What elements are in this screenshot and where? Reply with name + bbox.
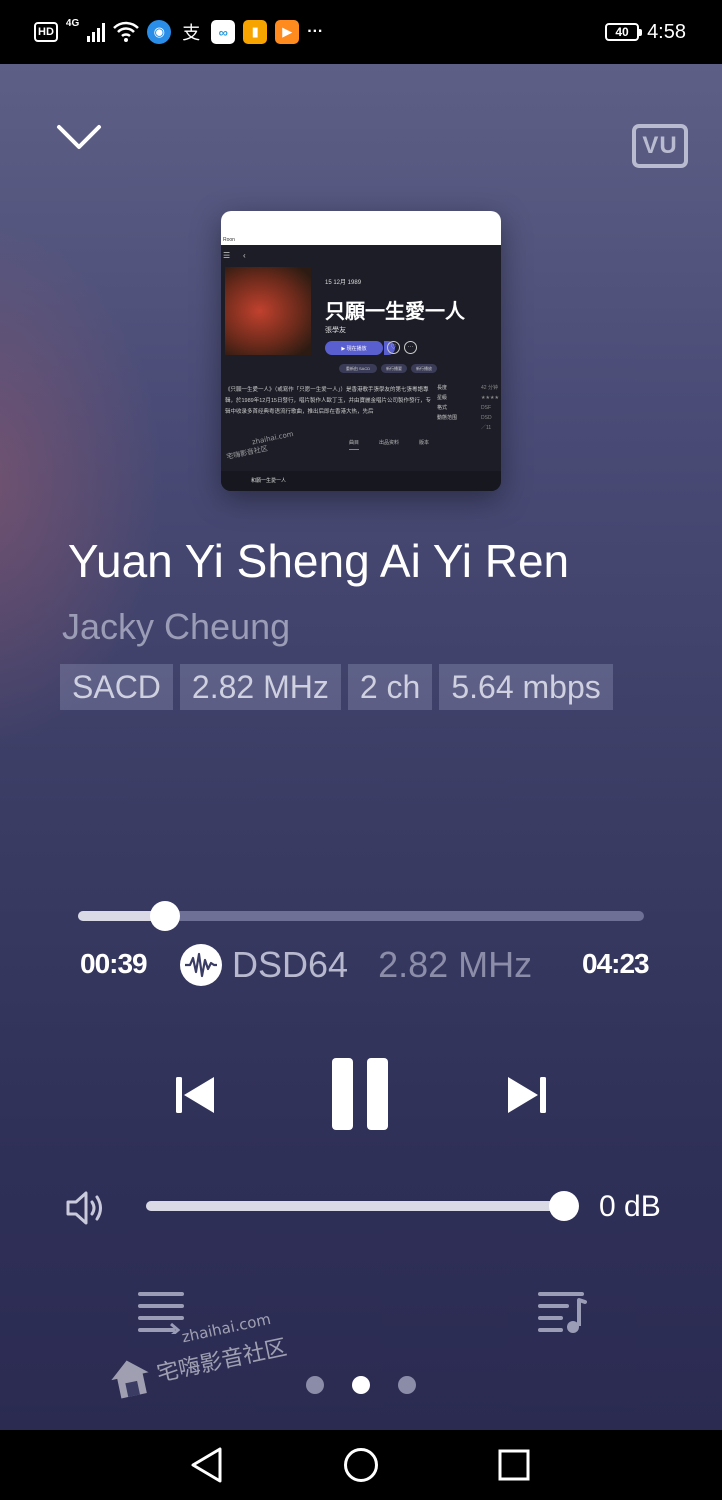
sample-rate-label: 2.82 MHz (378, 944, 533, 985)
track-artist[interactable]: Jacky Cheung (62, 606, 290, 648)
signal-path[interactable]: DSD64 2.82 MHz (180, 944, 532, 986)
volume-thumb[interactable] (549, 1191, 579, 1221)
queue-icon[interactable] (137, 1288, 185, 1334)
page-indicator (306, 1376, 416, 1394)
heart-icon: ♡ (387, 341, 400, 354)
playlist-music-icon[interactable] (537, 1288, 587, 1334)
sample-rate-tag: 2.82 MHz (179, 664, 341, 710)
more-icon: ··· (404, 341, 417, 354)
waveform-icon (180, 944, 222, 986)
track-title: Zhi Yuan Yi Sheng Ai Yi Ren (62, 535, 570, 587)
navigation-bar (0, 1430, 722, 1500)
track-title-marquee: Zhi Yuan Yi Sheng Ai Yi Ren (62, 534, 662, 596)
seek-thumb[interactable] (150, 901, 181, 931)
album-chip: 新行播放 (411, 364, 437, 373)
signal-icon (87, 22, 106, 42)
album-play-button: ▶ 現在播放 (325, 341, 383, 355)
skip-previous-icon[interactable] (174, 1073, 216, 1117)
pause-icon[interactable] (330, 1057, 390, 1131)
menu-icon: ☰ (223, 251, 231, 260)
back-icon: ‹ (243, 251, 246, 260)
video-icon: ▶ (275, 20, 300, 44)
app-icon: ∞ (211, 20, 236, 44)
seek-bar[interactable] (78, 901, 644, 931)
album-date: 15 12月 1989 (325, 280, 362, 286)
home-circle-icon[interactable] (343, 1447, 379, 1483)
album-now-playing-bar: 和願一生愛一人 (221, 471, 501, 491)
now-playing-screen: VU Roon ☰ ‹ 15 12月 1989 只願一生愛一人 張學友 ▶ 現在… (0, 64, 722, 1430)
volume-level (146, 1201, 564, 1211)
album-title: 只願一生愛一人 (325, 299, 465, 323)
watermark: zhaihai.com 宅嗨影音社区 (225, 429, 295, 462)
chevron-down-icon[interactable] (55, 119, 103, 155)
page-dot[interactable] (398, 1376, 416, 1394)
watermark: zhaihai.com 宅嗨影音社区 (102, 1308, 290, 1402)
album-tabs: 曲目 出品资料 版本 (349, 439, 429, 450)
album-artist: 張學友 (325, 327, 346, 334)
format-tag: SACD (60, 664, 173, 710)
back-triangle-icon[interactable] (190, 1446, 224, 1484)
wifi-icon (113, 21, 140, 42)
format-tags: SACD 2.82 MHz 2 ch 5.64 mbps (60, 664, 613, 710)
battery-icon: 40 (605, 23, 643, 41)
album-cover (225, 267, 311, 355)
recents-square-icon[interactable] (498, 1449, 530, 1481)
album-chip: 重新由 SACD (339, 364, 377, 373)
duration-time: 04:23 (582, 948, 650, 979)
album-description: 《只願一生愛一人》（或寫作「只愿一生爱一人」）是香港歌手張學友的第七張粵語專輯，… (225, 387, 431, 415)
vu-meter-button[interactable]: VU (632, 124, 688, 168)
album-art: Roon ☰ ‹ 15 12月 1989 只願一生愛一人 張學友 ▶ 現在播放 … (221, 211, 501, 491)
house-logo-icon (111, 1360, 149, 1399)
channels-tag: 2 ch (347, 664, 433, 710)
page-dot[interactable] (306, 1376, 324, 1394)
volume-slider[interactable] (146, 1191, 579, 1221)
browser-icon: ◉ (147, 20, 172, 44)
skip-next-icon[interactable] (506, 1073, 548, 1117)
dsd-format-label: DSD64 (232, 944, 349, 985)
album-chip: 新行播要 (381, 364, 407, 373)
alipay-icon: 支 (182, 23, 201, 43)
app-icon: ▮ (243, 20, 268, 44)
bitrate-tag: 5.64 mbps (439, 664, 613, 710)
network-type: 4G (65, 18, 80, 29)
speaker-icon[interactable] (64, 1188, 108, 1228)
hd-badge: HD (34, 22, 58, 42)
page-dot-active[interactable] (352, 1376, 370, 1394)
elapsed-time: 00:39 (80, 948, 148, 979)
more-notifications: ··· (307, 23, 324, 40)
volume-value: 0 dB (599, 1190, 661, 1223)
clock: 4:58 (647, 20, 686, 43)
status-bar: HD 4G ◉ 支 ∞ ▮ ▶ ··· 40 4:58 (0, 0, 722, 64)
